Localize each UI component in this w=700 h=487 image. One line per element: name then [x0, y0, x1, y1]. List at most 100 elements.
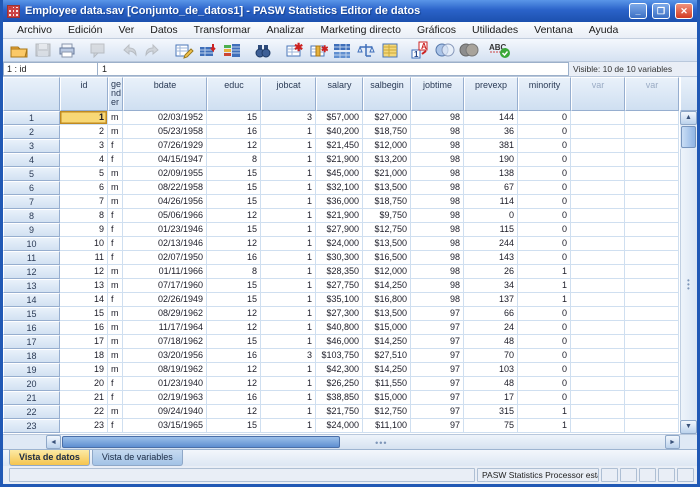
cell-prevexp-row5[interactable]: 138	[464, 167, 518, 181]
cell-jobtime-row1[interactable]: 98	[411, 111, 464, 125]
cell-salary-row18[interactable]: $103,750	[316, 349, 363, 363]
cell-salbegin-row5[interactable]: $21,000	[363, 167, 411, 181]
cell-var1-row22[interactable]	[571, 405, 625, 419]
cell-var1-row6[interactable]	[571, 181, 625, 195]
row-header-14[interactable]: 14	[3, 293, 60, 307]
cell-var2-row17[interactable]	[625, 335, 679, 349]
cell-salary-row14[interactable]: $35,100	[316, 293, 363, 307]
cell-jobcat-row2[interactable]: 1	[261, 125, 316, 139]
column-header-id[interactable]: id	[60, 77, 108, 111]
use-variable-sets-icon[interactable]	[433, 40, 457, 61]
cell-minority-row4[interactable]: 0	[518, 153, 571, 167]
cell-salbegin-row12[interactable]: $12,000	[363, 265, 411, 279]
cell-educ-row5[interactable]: 15	[207, 167, 261, 181]
cell-jobtime-row12[interactable]: 98	[411, 265, 464, 279]
cell-var2-row3[interactable]	[625, 139, 679, 153]
cell-jobtime-row9[interactable]: 98	[411, 223, 464, 237]
cell-jobtime-row11[interactable]: 98	[411, 251, 464, 265]
cell-salary-row17[interactable]: $46,000	[316, 335, 363, 349]
menu-archivo[interactable]: Archivo	[9, 23, 60, 38]
cell-salary-row2[interactable]: $40,200	[316, 125, 363, 139]
cell-id-row14[interactable]: 14	[60, 293, 108, 307]
cell-var2-row8[interactable]	[625, 209, 679, 223]
row-header-6[interactable]: 6	[3, 181, 60, 195]
cell-var2-row11[interactable]	[625, 251, 679, 265]
select-cases-icon[interactable]	[378, 40, 402, 61]
cell-gender-row12[interactable]: m	[108, 265, 123, 279]
row-header-20[interactable]: 20	[3, 377, 60, 391]
cell-minority-row8[interactable]: 0	[518, 209, 571, 223]
cell-prevexp-row20[interactable]: 48	[464, 377, 518, 391]
cell-gender-row7[interactable]: m	[108, 195, 123, 209]
cell-bdate-row18[interactable]: 03/20/1956	[123, 349, 207, 363]
cell-jobcat-row17[interactable]: 1	[261, 335, 316, 349]
variables-icon[interactable]	[220, 40, 244, 61]
scroll-left-button[interactable]: ◄	[46, 435, 61, 449]
cell-gender-row21[interactable]: f	[108, 391, 123, 405]
cell-bdate-row12[interactable]: 01/11/1966	[123, 265, 207, 279]
menu-transformar[interactable]: Transformar	[186, 23, 259, 38]
menu-datos[interactable]: Datos	[142, 23, 185, 38]
cell-minority-row23[interactable]: 1	[518, 419, 571, 433]
column-header-prevexp[interactable]: prevexp	[464, 77, 518, 111]
cell-prevexp-row7[interactable]: 114	[464, 195, 518, 209]
row-header-2[interactable]: 2	[3, 125, 60, 139]
cell-id-row7[interactable]: 7	[60, 195, 108, 209]
show-all-variables-icon[interactable]	[457, 40, 481, 61]
cell-minority-row19[interactable]: 0	[518, 363, 571, 377]
cell-gender-row13[interactable]: m	[108, 279, 123, 293]
cell-educ-row20[interactable]: 12	[207, 377, 261, 391]
cell-jobcat-row7[interactable]: 1	[261, 195, 316, 209]
cell-prevexp-row15[interactable]: 66	[464, 307, 518, 321]
cell-minority-row6[interactable]: 0	[518, 181, 571, 195]
cell-educ-row23[interactable]: 15	[207, 419, 261, 433]
cell-salary-row23[interactable]: $24,000	[316, 419, 363, 433]
cell-salary-row12[interactable]: $28,350	[316, 265, 363, 279]
cell-gender-row15[interactable]: m	[108, 307, 123, 321]
cell-jobtime-row3[interactable]: 98	[411, 139, 464, 153]
cell-minority-row10[interactable]: 0	[518, 237, 571, 251]
cell-salary-row20[interactable]: $26,250	[316, 377, 363, 391]
row-header-11[interactable]: 11	[3, 251, 60, 265]
cell-gender-row11[interactable]: f	[108, 251, 123, 265]
maximize-button[interactable]: ❐	[652, 3, 670, 19]
cell-id-row9[interactable]: 9	[60, 223, 108, 237]
cell-educ-row6[interactable]: 15	[207, 181, 261, 195]
grid-corner-cell[interactable]	[3, 77, 60, 111]
cell-salary-row6[interactable]: $32,100	[316, 181, 363, 195]
cell-id-row17[interactable]: 17	[60, 335, 108, 349]
cell-educ-row1[interactable]: 15	[207, 111, 261, 125]
cell-jobcat-row11[interactable]: 1	[261, 251, 316, 265]
cell-id-row4[interactable]: 4	[60, 153, 108, 167]
cell-id-row8[interactable]: 8	[60, 209, 108, 223]
cell-minority-row14[interactable]: 1	[518, 293, 571, 307]
row-header-3[interactable]: 3	[3, 139, 60, 153]
cell-prevexp-row14[interactable]: 137	[464, 293, 518, 307]
row-header-22[interactable]: 22	[3, 405, 60, 419]
cell-id-row11[interactable]: 11	[60, 251, 108, 265]
cell-prevexp-row21[interactable]: 17	[464, 391, 518, 405]
cell-var2-row2[interactable]	[625, 125, 679, 139]
cell-var2-row7[interactable]	[625, 195, 679, 209]
menu-analizar[interactable]: Analizar	[258, 23, 312, 38]
cell-salary-row19[interactable]: $42,300	[316, 363, 363, 377]
cell-bdate-row7[interactable]: 04/26/1956	[123, 195, 207, 209]
cell-prevexp-row10[interactable]: 244	[464, 237, 518, 251]
row-header-12[interactable]: 12	[3, 265, 60, 279]
row-header-21[interactable]: 21	[3, 391, 60, 405]
cell-var1-row3[interactable]	[571, 139, 625, 153]
cell-prevexp-row19[interactable]: 103	[464, 363, 518, 377]
cell-gender-row2[interactable]: m	[108, 125, 123, 139]
cell-minority-row15[interactable]: 0	[518, 307, 571, 321]
cell-var1-row12[interactable]	[571, 265, 625, 279]
cell-salary-row11[interactable]: $30,300	[316, 251, 363, 265]
column-header-salary[interactable]: salary	[316, 77, 363, 111]
cell-var1-row17[interactable]	[571, 335, 625, 349]
cell-educ-row21[interactable]: 16	[207, 391, 261, 405]
cell-salary-row7[interactable]: $36,000	[316, 195, 363, 209]
cell-var1-row19[interactable]	[571, 363, 625, 377]
cell-jobcat-row8[interactable]: 1	[261, 209, 316, 223]
cell-prevexp-row3[interactable]: 381	[464, 139, 518, 153]
cell-salbegin-row20[interactable]: $11,550	[363, 377, 411, 391]
cell-id-row23[interactable]: 23	[60, 419, 108, 433]
